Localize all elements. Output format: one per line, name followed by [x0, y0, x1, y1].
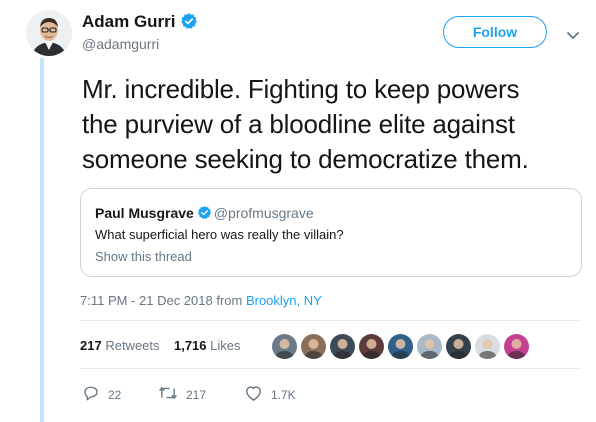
liker-avatar[interactable]: [388, 334, 413, 359]
reply-icon: [82, 384, 108, 405]
quoted-author-row[interactable]: Paul Musgrave @profmusgrave: [95, 205, 314, 223]
likes-count: 1,716: [173, 338, 207, 353]
tweet-text-line: Mr. incredible. Fighting to keep powers: [82, 74, 520, 104]
liker-avatar[interactable]: [504, 334, 529, 359]
liker-avatars: [272, 334, 533, 359]
quoted-tweet-text: What superficial hero was really the vil…: [95, 227, 344, 242]
likes-stat[interactable]: 1,716 Likes: [174, 338, 241, 353]
author-name[interactable]: Adam Gurri: [82, 12, 176, 31]
author-handle[interactable]: @adamgurri: [82, 36, 159, 52]
quoted-author-name[interactable]: Paul Musgrave: [95, 205, 194, 221]
retweets-label: Retweets: [105, 338, 160, 353]
like-button[interactable]: 1.7K: [244, 384, 296, 405]
divider: [80, 368, 582, 369]
liker-avatar[interactable]: [359, 334, 384, 359]
show-thread-link[interactable]: Show this thread: [95, 249, 192, 264]
tweet-metadata: 7:11 PM - 21 Dec 2018 from Brooklyn, NY: [80, 293, 322, 308]
heart-icon: [244, 384, 271, 405]
divider: [80, 320, 582, 321]
tweet-text: Mr. incredible. Fighting to keep powers …: [82, 72, 582, 177]
tweet-text-line: the purview of a bloodline elite against: [82, 109, 515, 139]
retweets-stat[interactable]: 217 Retweets: [80, 338, 160, 353]
tweet-text-line: someone seeking to democratize them.: [82, 144, 529, 174]
likes-label: Likes: [210, 338, 241, 353]
avatar[interactable]: [26, 10, 72, 56]
verified-badge-icon: [180, 12, 198, 35]
tweet-location-link[interactable]: Brooklyn, NY: [246, 293, 322, 308]
reply-button[interactable]: 22: [82, 384, 121, 405]
follow-button[interactable]: Follow: [443, 16, 547, 48]
thread-line: [40, 58, 44, 422]
liker-avatar[interactable]: [417, 334, 442, 359]
author-name-row[interactable]: Adam Gurri: [82, 12, 198, 35]
tweet-stats: 217 Retweets 1,716 Likes: [80, 338, 241, 353]
tweet-timestamp[interactable]: 7:11 PM - 21 Dec 2018 from: [80, 293, 246, 308]
retweet-icon: [158, 384, 186, 405]
liker-avatar[interactable]: [272, 334, 297, 359]
verified-badge-icon: [197, 205, 212, 223]
retweet-button[interactable]: 217: [158, 384, 206, 405]
retweet-count: 217: [186, 387, 207, 402]
liker-avatar[interactable]: [446, 334, 471, 359]
liker-avatar[interactable]: [475, 334, 500, 359]
like-count: 1.7K: [271, 387, 296, 402]
quoted-tweet[interactable]: Paul Musgrave @profmusgrave What superfic…: [80, 188, 582, 277]
chevron-down-icon[interactable]: [566, 28, 580, 46]
liker-avatar[interactable]: [301, 334, 326, 359]
reply-count: 22: [108, 387, 122, 402]
liker-avatar[interactable]: [330, 334, 355, 359]
retweets-count: 217: [80, 338, 102, 353]
quoted-author-handle[interactable]: @profmusgrave: [214, 205, 314, 221]
